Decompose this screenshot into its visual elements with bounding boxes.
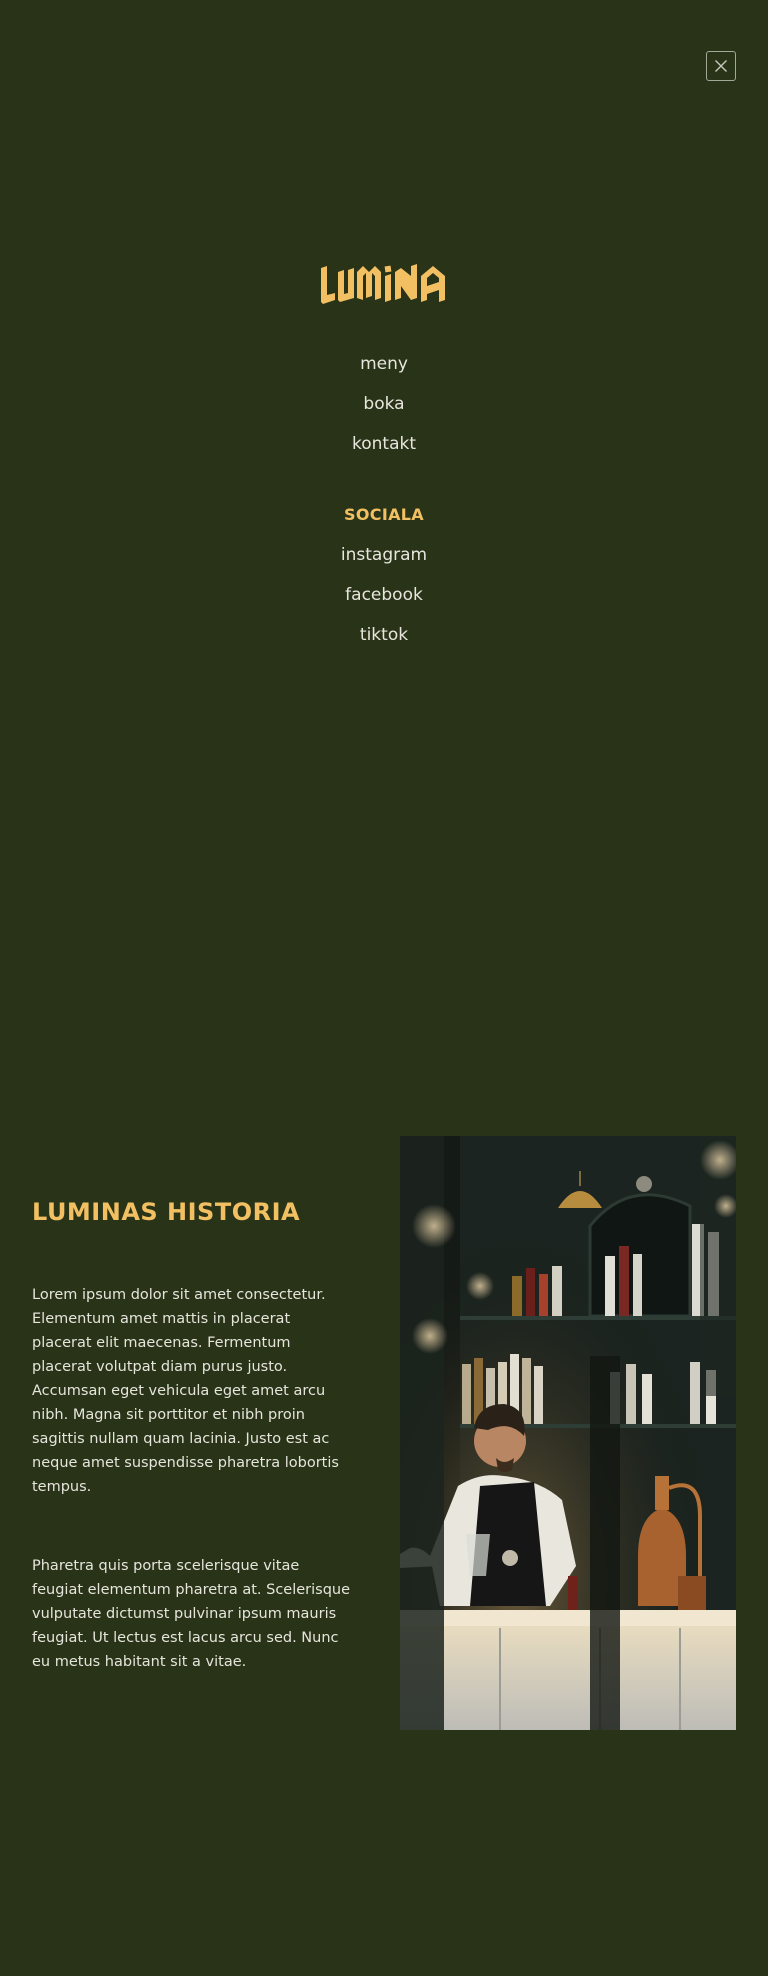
social-heading: SOCIALA (344, 505, 424, 524)
story-paragraph-2: Pharetra quis porta scelerisque vitae fe… (32, 1558, 351, 1670)
story-title: LUMINAS HISTORIA (32, 1198, 301, 1226)
bartender-photo (400, 1136, 736, 1730)
story-paragraph-1: Lorem ipsum dolor sit amet consectetur. … (32, 1287, 339, 1495)
close-icon (715, 60, 727, 72)
social-link-facebook[interactable]: facebook (0, 583, 768, 607)
lumina-logo[interactable] (319, 262, 447, 306)
social-link-tiktok[interactable]: tiktok (0, 623, 768, 647)
nav-link-meny[interactable]: meny (0, 352, 768, 376)
close-menu-button[interactable] (706, 51, 736, 81)
nav-link-boka[interactable]: boka (0, 392, 768, 416)
nav-link-kontakt[interactable]: kontakt (0, 432, 768, 456)
social-link-instagram[interactable]: instagram (0, 543, 768, 567)
